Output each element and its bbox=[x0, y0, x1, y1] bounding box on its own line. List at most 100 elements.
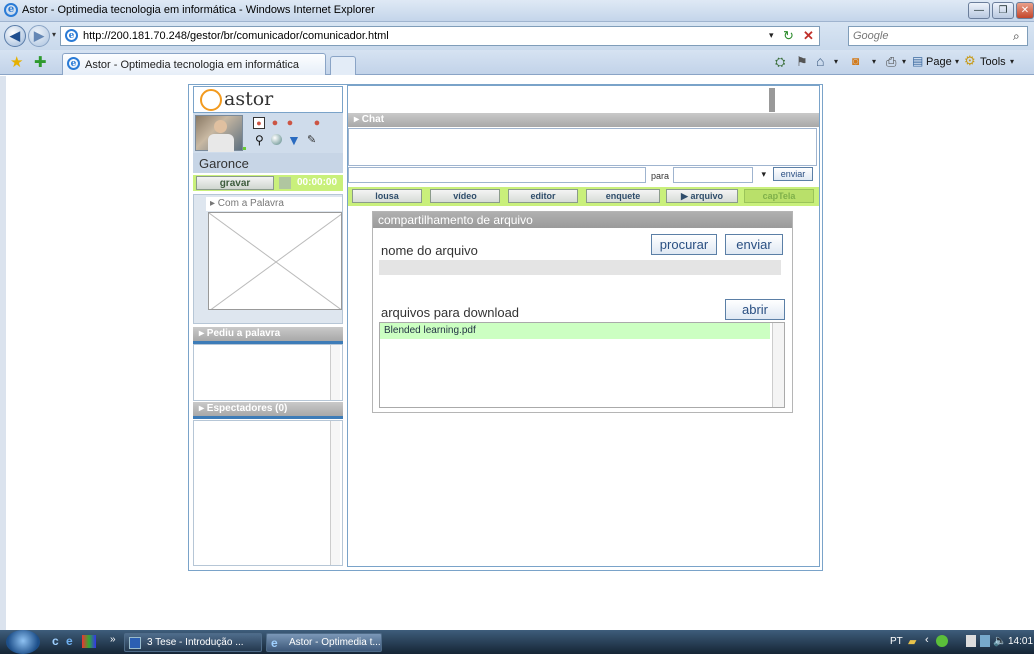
url-field[interactable]: e http://200.181.70.248/gestor/br/comuni… bbox=[60, 26, 820, 46]
tab-video[interactable]: vídeo bbox=[430, 189, 500, 203]
new-tab-button[interactable] bbox=[330, 56, 356, 75]
microphone-icon[interactable]: ⚲ bbox=[255, 133, 264, 147]
quicklaunch-more-icon[interactable]: » bbox=[110, 634, 116, 645]
page-dropdown-icon[interactable]: ▾ bbox=[955, 57, 959, 66]
clock[interactable]: 14:01 bbox=[1008, 636, 1033, 647]
home-icon[interactable]: ⌂ bbox=[816, 53, 824, 69]
address-bar-row: ◀ ▶ ▾ e http://200.181.70.248/gestor/br/… bbox=[0, 22, 1034, 50]
research-icon[interactable]: ⚑ bbox=[796, 54, 808, 70]
minimize-button[interactable]: — bbox=[968, 2, 990, 19]
start-button[interactable] bbox=[6, 630, 40, 654]
window-title: Astor - Optimedia tecnologia em informát… bbox=[22, 4, 375, 16]
downloads-scrollbar[interactable] bbox=[772, 323, 784, 407]
tools-dropdown-icon[interactable]: ▾ bbox=[1010, 57, 1014, 66]
history-dropdown-icon[interactable]: ▾ bbox=[52, 30, 56, 39]
taskbar-ie[interactable]: e Astor - Optimedia t... bbox=[266, 633, 382, 652]
download-file-name: Blended learning.pdf bbox=[384, 325, 476, 336]
logo-text: astor bbox=[224, 88, 274, 110]
tab-astor[interactable]: e Astor - Optimedia tecnologia em inform… bbox=[62, 53, 326, 75]
tab-arquivo[interactable]: ▶ arquivo bbox=[666, 189, 738, 203]
tab-captela[interactable]: capTela bbox=[744, 189, 814, 203]
window-titlebar: e Astor - Optimedia tecnologia em inform… bbox=[0, 0, 1034, 22]
forward-button[interactable]: ▶ bbox=[28, 25, 50, 47]
language-indicator[interactable]: PT bbox=[890, 636, 903, 647]
tab-lousa[interactable]: lousa bbox=[352, 189, 422, 203]
file-name-label: nome do arquivo bbox=[381, 243, 478, 258]
pen-icon[interactable]: ✎ bbox=[307, 133, 316, 146]
record-timer: 00:00:00 bbox=[297, 177, 338, 188]
back-button[interactable]: ◀ bbox=[4, 25, 26, 47]
word-icon bbox=[129, 637, 141, 649]
downloads-label: arquivos para download bbox=[381, 305, 520, 320]
rss-icon[interactable]: ◙ bbox=[852, 54, 859, 68]
ie-taskbar-icon: e bbox=[271, 636, 278, 650]
record-button[interactable]: gravar bbox=[196, 176, 274, 190]
spectators-divider bbox=[193, 416, 343, 419]
tray-monitor-icon[interactable] bbox=[980, 635, 990, 647]
tray-shield-icon[interactable] bbox=[936, 635, 948, 647]
online-dot bbox=[243, 147, 246, 150]
tray-collapse-icon[interactable]: ‹ bbox=[925, 634, 929, 646]
page-menu[interactable]: Page bbox=[926, 56, 952, 68]
file-name-field[interactable] bbox=[379, 260, 781, 275]
tab-enquete[interactable]: enquete bbox=[586, 189, 660, 203]
panel-scroll-handle[interactable] bbox=[769, 88, 775, 112]
chat-input[interactable] bbox=[348, 167, 646, 183]
globe-icon[interactable] bbox=[271, 134, 282, 145]
tools-gear-icon[interactable]: ⚙ bbox=[964, 53, 976, 69]
print-dropdown-icon[interactable]: ▾ bbox=[902, 57, 906, 66]
home-dropdown-icon[interactable]: ▾ bbox=[834, 57, 838, 66]
browse-button[interactable]: procurar bbox=[651, 234, 717, 255]
chat-recipient-select[interactable]: ▾ bbox=[673, 167, 766, 183]
tools-menu[interactable]: Tools bbox=[980, 56, 1006, 68]
person-icon[interactable]: ● bbox=[253, 117, 265, 129]
activity-tabs: lousa vídeo editor enquete ▶ arquivo cap… bbox=[348, 187, 819, 206]
tray-volume-icon[interactable]: 🔈 bbox=[993, 634, 1007, 647]
chat-send-button[interactable]: enviar bbox=[773, 167, 813, 181]
feeds-icon[interactable]: ⛭ bbox=[775, 54, 785, 70]
arrow-down-icon[interactable]: ▼ bbox=[287, 132, 301, 148]
speaker-header: ▸ Com a Palavra bbox=[206, 197, 342, 211]
file-share-panel: compartilhamento de arquivo nome do arqu… bbox=[372, 211, 793, 413]
speaker-video bbox=[208, 212, 342, 310]
upload-send-button[interactable]: enviar bbox=[725, 234, 783, 255]
file-share-header: compartilhamento de arquivo bbox=[373, 212, 792, 228]
person-icon[interactable]: ● bbox=[311, 117, 323, 129]
rss-dropdown-icon[interactable]: ▾ bbox=[872, 57, 876, 66]
stop-icon[interactable]: ✕ bbox=[803, 28, 814, 44]
search-placeholder: Google bbox=[853, 30, 889, 42]
person-icon[interactable]: ● bbox=[269, 117, 281, 129]
record-indicator bbox=[279, 177, 291, 189]
quicklaunch-app-icon[interactable] bbox=[82, 635, 96, 648]
taskbar-word[interactable]: 3 Tese - Introdução ... bbox=[124, 633, 262, 652]
open-file-button[interactable]: abrir bbox=[725, 299, 785, 320]
refresh-icon[interactable]: ↻ bbox=[783, 28, 794, 44]
quicklaunch-ie-icon[interactable]: e bbox=[66, 634, 73, 648]
page-menu-icon[interactable]: ▤ bbox=[912, 54, 923, 68]
downloads-list: Blended learning.pdf bbox=[379, 322, 785, 408]
spectators-scrollbar[interactable] bbox=[330, 421, 340, 565]
person-icon[interactable]: ● bbox=[284, 117, 296, 129]
url-dropdown-icon[interactable]: ▾ bbox=[769, 30, 774, 41]
add-favorite-icon[interactable]: ✚ bbox=[34, 53, 47, 71]
favorites-star-icon[interactable]: ★ bbox=[10, 53, 23, 71]
close-window-button[interactable]: ✕ bbox=[1016, 2, 1034, 19]
tray-folder-icon[interactable]: ▰ bbox=[908, 635, 916, 648]
recipient-dropdown-icon[interactable]: ▾ bbox=[761, 169, 766, 180]
record-bar: gravar 00:00:00 bbox=[193, 175, 343, 191]
user-name-bar: Garonce bbox=[193, 153, 343, 173]
print-icon[interactable]: ⎙ bbox=[886, 54, 896, 70]
search-icon[interactable]: ⌕ bbox=[1013, 29, 1020, 44]
search-input[interactable]: Google ⌕ bbox=[848, 26, 1028, 46]
main-panel: ▸ Chat para ▾ enviar lousa vídeo editor … bbox=[347, 85, 820, 567]
requests-scrollbar[interactable] bbox=[330, 345, 340, 400]
tray-network-icon[interactable] bbox=[966, 635, 976, 647]
user-panel: ● ● ● ● ⚲ ▼ ✎ Garonce bbox=[193, 113, 343, 173]
chat-header: ▸ Chat bbox=[348, 113, 819, 127]
maximize-button[interactable]: ❐ bbox=[992, 2, 1014, 19]
tab-bar: ★ ✚ e Astor - Optimedia tecnologia em in… bbox=[0, 50, 1034, 75]
quicklaunch-c-icon[interactable]: c bbox=[52, 634, 59, 648]
download-item[interactable]: Blended learning.pdf bbox=[380, 323, 770, 339]
tab-editor[interactable]: editor bbox=[508, 189, 578, 203]
astor-logo-icon bbox=[200, 89, 222, 111]
